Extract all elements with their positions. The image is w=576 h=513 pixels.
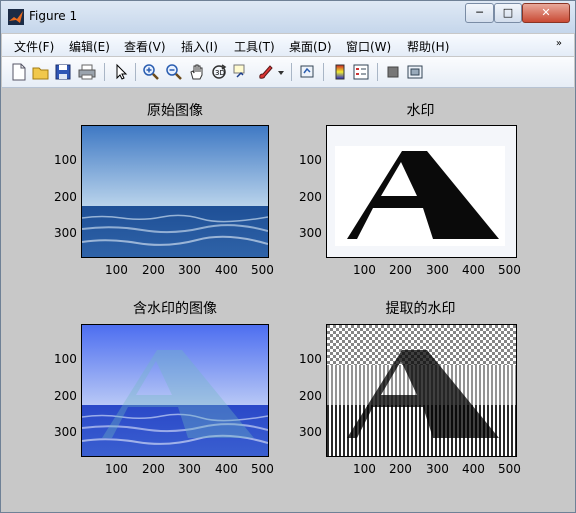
x-tick-label: 100 bbox=[353, 263, 376, 277]
x-tick-label: 400 bbox=[215, 462, 238, 476]
toolbar-separator bbox=[291, 63, 292, 81]
y-tick-label: 200 bbox=[54, 389, 77, 403]
brush-icon[interactable] bbox=[256, 63, 274, 81]
x-tick-label: 400 bbox=[215, 263, 238, 277]
y-tick-label: 100 bbox=[54, 153, 77, 167]
toolbar-separator bbox=[135, 63, 136, 81]
new-figure-icon[interactable] bbox=[10, 63, 28, 81]
toolbar-separator bbox=[323, 63, 324, 81]
menu-overflow-icon[interactable]: » bbox=[556, 38, 562, 49]
show-plot-tools-icon[interactable] bbox=[406, 63, 424, 81]
x-tick-label: 100 bbox=[105, 462, 128, 476]
y-tick-label: 200 bbox=[299, 190, 322, 204]
watermark-letter-a-image bbox=[335, 146, 505, 246]
hide-plot-tools-icon[interactable] bbox=[384, 63, 402, 81]
print-icon[interactable] bbox=[78, 63, 96, 81]
window-title: Figure 1 bbox=[29, 9, 78, 23]
x-tick-label: 500 bbox=[498, 462, 521, 476]
data-cursor-icon[interactable] bbox=[232, 63, 250, 81]
y-tick-label: 300 bbox=[54, 226, 77, 240]
toolbar-separator bbox=[377, 63, 378, 81]
menu-insert[interactable]: 插入(I) bbox=[181, 38, 218, 55]
menu-edit[interactable]: 编辑(E) bbox=[69, 38, 110, 55]
y-tick-label: 100 bbox=[299, 352, 322, 366]
rotate-3d-icon[interactable]: 3D bbox=[210, 63, 228, 81]
x-tick-label: 200 bbox=[389, 462, 412, 476]
figure-canvas: 原始图像 100 200 300 100 200 300 400 500 水印 … bbox=[2, 88, 574, 512]
close-button[interactable]: ✕ bbox=[522, 3, 570, 23]
menu-view[interactable]: 查看(V) bbox=[124, 38, 166, 55]
y-tick-label: 200 bbox=[54, 190, 77, 204]
x-tick-label: 300 bbox=[178, 263, 201, 277]
y-tick-label: 300 bbox=[299, 226, 322, 240]
matlab-logo-icon bbox=[8, 9, 24, 25]
x-tick-label: 400 bbox=[462, 462, 485, 476]
sea-photo-image bbox=[82, 126, 268, 257]
x-tick-label: 300 bbox=[178, 462, 201, 476]
pointer-icon[interactable] bbox=[112, 63, 130, 81]
y-tick-label: 300 bbox=[299, 425, 322, 439]
x-tick-label: 500 bbox=[251, 462, 274, 476]
menu-file[interactable]: 文件(F) bbox=[14, 38, 54, 55]
y-tick-label: 300 bbox=[54, 425, 77, 439]
zoom-in-icon[interactable] bbox=[142, 63, 160, 81]
x-tick-label: 100 bbox=[105, 263, 128, 277]
axes-watermark[interactable] bbox=[326, 125, 517, 258]
axes-watermarked-image[interactable] bbox=[81, 324, 269, 457]
toolbar: 3D bbox=[2, 57, 574, 88]
title-bar[interactable]: Figure 1 ─ □ ✕ bbox=[1, 1, 575, 33]
toolbar-separator bbox=[104, 63, 105, 81]
menu-help[interactable]: 帮助(H) bbox=[407, 38, 449, 55]
y-tick-label: 200 bbox=[299, 389, 322, 403]
x-tick-label: 100 bbox=[353, 462, 376, 476]
y-tick-label: 100 bbox=[54, 352, 77, 366]
y-tick-label: 100 bbox=[299, 153, 322, 167]
menu-bar: 文件(F) 编辑(E) 查看(V) 插入(I) 工具(T) 桌面(D) 窗口(W… bbox=[2, 34, 574, 56]
subplot-title: 水印 bbox=[406, 103, 435, 119]
pan-icon[interactable] bbox=[188, 63, 206, 81]
x-tick-label: 500 bbox=[251, 263, 274, 277]
extracted-watermark-image bbox=[327, 325, 516, 456]
svg-text:3D: 3D bbox=[215, 69, 225, 77]
subplot-title: 提取的水印 bbox=[385, 301, 456, 317]
figure-window: Figure 1 ─ □ ✕ 文件(F) 编辑(E) 查看(V) 插入(I) 工… bbox=[0, 0, 576, 513]
watermarked-sea-image bbox=[82, 325, 268, 456]
subplot-title: 原始图像 bbox=[147, 103, 203, 119]
x-tick-label: 500 bbox=[498, 263, 521, 277]
x-tick-label: 200 bbox=[142, 462, 165, 476]
x-tick-label: 400 bbox=[462, 263, 485, 277]
x-tick-label: 200 bbox=[142, 263, 165, 277]
maximize-button[interactable]: □ bbox=[494, 3, 522, 23]
save-icon[interactable] bbox=[54, 63, 72, 81]
menu-desktop[interactable]: 桌面(D) bbox=[289, 38, 332, 55]
legend-icon[interactable] bbox=[352, 63, 370, 81]
menu-tools[interactable]: 工具(T) bbox=[234, 38, 275, 55]
minimize-button[interactable]: ─ bbox=[465, 3, 494, 23]
open-file-icon[interactable] bbox=[32, 63, 50, 81]
colorbar-icon[interactable] bbox=[331, 63, 349, 81]
axes-original-image[interactable] bbox=[81, 125, 269, 258]
subplot-title: 含水印的图像 bbox=[133, 301, 217, 317]
link-plot-icon[interactable] bbox=[299, 63, 317, 81]
zoom-out-icon[interactable] bbox=[165, 63, 183, 81]
x-tick-label: 200 bbox=[389, 263, 412, 277]
x-tick-label: 300 bbox=[426, 263, 449, 277]
x-tick-label: 300 bbox=[426, 462, 449, 476]
menu-window[interactable]: 窗口(W) bbox=[346, 38, 391, 55]
axes-extracted-watermark[interactable] bbox=[326, 324, 517, 457]
brush-dropdown-icon[interactable] bbox=[276, 63, 286, 81]
